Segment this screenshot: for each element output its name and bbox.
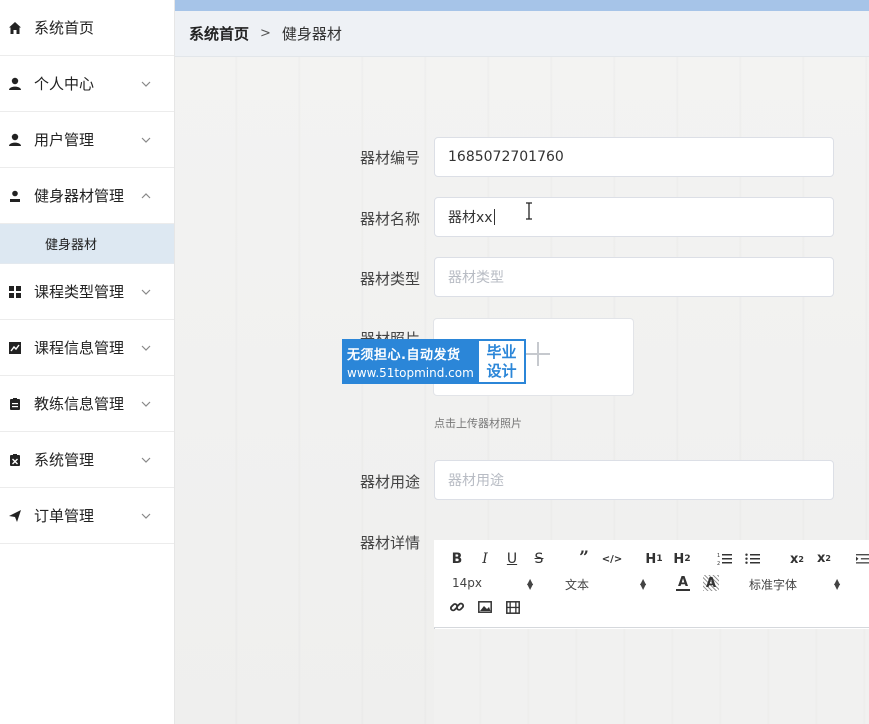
bold-icon[interactable]: B xyxy=(450,551,464,567)
subscript-icon[interactable]: x2 xyxy=(788,551,806,567)
sidebar-item-label: 订单管理 xyxy=(34,507,95,525)
chevron-down-icon xyxy=(140,78,152,90)
indent-icon[interactable] xyxy=(856,551,869,567)
strikethrough-icon[interactable]: S xyxy=(532,551,546,567)
underline-icon[interactable]: U xyxy=(505,551,519,567)
photo-upload-hint: 点击上传器材照片 xyxy=(434,417,522,430)
font-size-value: 14px xyxy=(452,576,482,590)
font-family-value: 标准字体 xyxy=(749,578,798,592)
chevron-down-icon xyxy=(140,454,152,466)
name-label: 器材名称 xyxy=(360,210,421,228)
type-label: 器材类型 xyxy=(360,270,421,288)
chevron-down-icon xyxy=(140,134,152,146)
sidebar-item-personal-center[interactable]: 个人中心 xyxy=(0,56,174,112)
chevron-down-icon xyxy=(140,398,152,410)
chevron-down-icon xyxy=(140,510,152,522)
sidebar-item-label: 课程信息管理 xyxy=(34,339,125,357)
heading2-icon[interactable]: H2 xyxy=(672,551,692,567)
person-icon xyxy=(6,131,24,149)
detail-label: 器材详情 xyxy=(360,534,421,552)
sidebar-item-label: 系统首页 xyxy=(34,19,95,37)
select-arrows-icon: ▲ ▼ xyxy=(640,577,647,591)
block-type-select[interactable]: 文本 ▲ ▼ xyxy=(565,576,650,593)
breadcrumb-separator: > xyxy=(260,26,271,41)
watermark-text-block: 无须担心.自动发货 www.51topmind.com xyxy=(342,339,477,384)
top-bar xyxy=(175,0,869,11)
type-placeholder: 器材类型 xyxy=(448,270,504,286)
select-arrows-icon: ▲ ▼ xyxy=(527,577,534,591)
sidebar-item-label: 课程类型管理 xyxy=(34,283,125,301)
send-icon xyxy=(6,507,24,525)
sidebar-item-label: 个人中心 xyxy=(34,75,95,93)
watermark-banner: 无须担心.自动发货 www.51topmind.com 毕业 设计 xyxy=(342,339,526,384)
watermark-line2: www.51topmind.com xyxy=(347,365,474,380)
font-family-select[interactable]: 标准字体 ▲ ▼ xyxy=(749,576,864,593)
code-value: 1685072701760 xyxy=(448,149,564,165)
breadcrumb-current: 健身器材 xyxy=(281,25,342,43)
block-type-value: 文本 xyxy=(565,578,590,592)
usage-input[interactable]: 器材用途 xyxy=(434,460,834,500)
heading1-icon[interactable]: H1 xyxy=(644,551,664,567)
watermark-badge-line2: 设计 xyxy=(486,361,517,380)
name-input[interactable]: 器材xx xyxy=(434,197,834,237)
sidebar: 系统首页 个人中心 用户管理 健身器材管理 健身器材 课程类型管理 课程信息管理… xyxy=(0,0,175,724)
sidebar-item-label: 用户管理 xyxy=(34,131,95,149)
bullet-list-icon[interactable] xyxy=(745,551,761,567)
link-icon[interactable] xyxy=(449,599,465,615)
sidebar-item-user-management[interactable]: 用户管理 xyxy=(0,112,174,168)
font-color-icon[interactable]: A xyxy=(676,575,690,591)
select-arrows-icon: ▲ ▼ xyxy=(834,577,841,591)
video-icon[interactable] xyxy=(505,599,521,615)
usage-label: 器材用途 xyxy=(360,473,421,491)
chevron-up-icon xyxy=(140,190,152,202)
sidebar-item-label: 健身器材管理 xyxy=(34,187,125,205)
chevron-down-icon xyxy=(140,286,152,298)
code-input[interactable]: 1685072701760 xyxy=(434,137,834,177)
italic-icon[interactable]: I xyxy=(478,551,492,567)
sidebar-item-coach-info-management[interactable]: 教练信息管理 xyxy=(0,376,174,432)
watermark-badge-line1: 毕业 xyxy=(486,342,517,361)
breadcrumb-home[interactable]: 系统首页 xyxy=(189,23,249,44)
image-icon[interactable] xyxy=(477,599,493,615)
chart-icon xyxy=(6,339,24,357)
sidebar-item-equipment-management[interactable]: 健身器材管理 xyxy=(0,168,174,224)
sidebar-item-course-info-management[interactable]: 课程信息管理 xyxy=(0,320,174,376)
sidebar-item-order-management[interactable]: 订单管理 xyxy=(0,488,174,544)
grid-icon xyxy=(6,283,24,301)
editor-toolbar: B I U S ” </> H1 H2 12 x2 x2 14px ▲ ▼ 文本 … xyxy=(434,540,869,628)
text-caret xyxy=(493,209,495,225)
clipboard-icon xyxy=(6,395,24,413)
blockquote-icon[interactable]: ” xyxy=(576,548,592,568)
code-block-icon[interactable]: </> xyxy=(602,551,622,567)
editor-content[interactable] xyxy=(434,629,869,724)
code-label: 器材编号 xyxy=(360,149,421,167)
sidebar-item-label: 教练信息管理 xyxy=(34,395,125,413)
clipboard-x-icon xyxy=(6,451,24,469)
background-color-icon[interactable]: A xyxy=(703,575,719,591)
name-value: 器材xx xyxy=(448,210,493,226)
sidebar-item-label: 系统管理 xyxy=(34,451,95,469)
sidebar-subitem-equipment[interactable]: 健身器材 xyxy=(0,224,174,264)
breadcrumb: 系统首页 > 健身器材 xyxy=(175,11,869,57)
person-icon xyxy=(6,75,24,93)
sidebar-item-course-type-management[interactable]: 课程类型管理 xyxy=(0,264,174,320)
superscript-icon[interactable]: x2 xyxy=(815,550,833,566)
svg-text:1: 1 xyxy=(717,553,720,559)
font-size-select[interactable]: 14px ▲ ▼ xyxy=(452,576,537,592)
person-small-icon xyxy=(6,187,24,205)
type-input[interactable]: 器材类型 xyxy=(434,257,834,297)
home-icon xyxy=(6,19,24,37)
watermark-line1: 无须担心.自动发货 xyxy=(347,347,461,363)
sidebar-item-home[interactable]: 系统首页 xyxy=(0,0,174,56)
svg-text:2: 2 xyxy=(717,561,720,566)
sidebar-item-system-management[interactable]: 系统管理 xyxy=(0,432,174,488)
ordered-list-icon[interactable]: 12 xyxy=(717,551,733,567)
usage-placeholder: 器材用途 xyxy=(448,473,504,489)
sidebar-subitem-label: 健身器材 xyxy=(45,238,98,253)
ibeam-cursor-icon xyxy=(524,202,534,220)
chevron-down-icon xyxy=(140,342,152,354)
watermark-badge: 毕业 设计 xyxy=(477,339,526,384)
plus-icon[interactable] xyxy=(526,342,550,366)
